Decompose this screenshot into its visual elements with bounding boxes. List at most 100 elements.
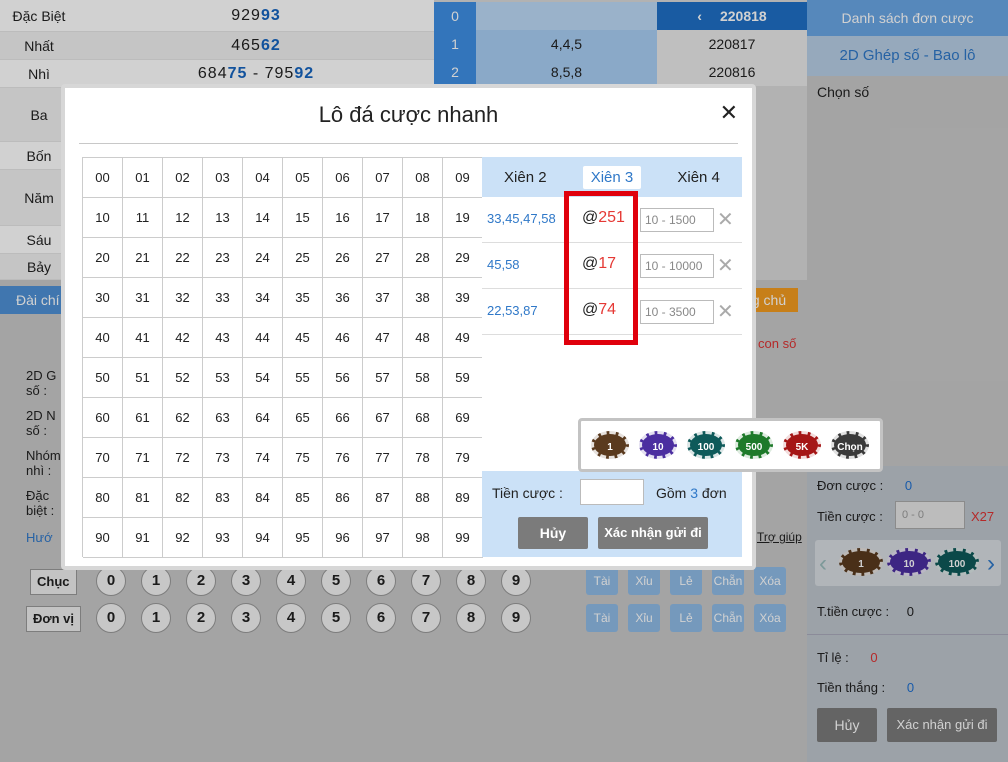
number-cell[interactable]: 06 bbox=[323, 158, 363, 198]
chip-100[interactable]: 100 bbox=[687, 431, 725, 459]
number-cell[interactable]: 83 bbox=[203, 478, 243, 518]
number-cell[interactable]: 20 bbox=[83, 238, 123, 278]
number-cell[interactable]: 50 bbox=[83, 358, 123, 398]
remove-icon[interactable]: ✕ bbox=[717, 299, 734, 324]
number-cell[interactable]: 85 bbox=[283, 478, 323, 518]
number-cell[interactable]: 28 bbox=[403, 238, 443, 278]
number-cell[interactable]: 89 bbox=[443, 478, 483, 518]
number-cell[interactable]: 17 bbox=[363, 198, 403, 238]
number-cell[interactable]: 68 bbox=[403, 398, 443, 438]
number-cell[interactable]: 49 bbox=[443, 318, 483, 358]
number-cell[interactable]: 56 bbox=[323, 358, 363, 398]
number-cell[interactable]: 67 bbox=[363, 398, 403, 438]
number-cell[interactable]: 74 bbox=[243, 438, 283, 478]
number-cell[interactable]: 84 bbox=[243, 478, 283, 518]
number-cell[interactable]: 55 bbox=[283, 358, 323, 398]
chip-10[interactable]: 10 bbox=[639, 431, 677, 459]
number-cell[interactable]: 07 bbox=[363, 158, 403, 198]
tab-xien-2[interactable]: Xiên 2 bbox=[496, 166, 555, 189]
chip-choose[interactable]: Chọn bbox=[831, 431, 869, 459]
number-cell[interactable]: 00 bbox=[83, 158, 123, 198]
number-cell[interactable]: 63 bbox=[203, 398, 243, 438]
number-cell[interactable]: 21 bbox=[123, 238, 163, 278]
number-cell[interactable]: 48 bbox=[403, 318, 443, 358]
number-cell[interactable]: 51 bbox=[123, 358, 163, 398]
tab-xien-4[interactable]: Xiên 4 bbox=[669, 166, 728, 189]
number-cell[interactable]: 18 bbox=[403, 198, 443, 238]
number-cell[interactable]: 05 bbox=[283, 158, 323, 198]
number-cell[interactable]: 10 bbox=[83, 198, 123, 238]
number-cell[interactable]: 39 bbox=[443, 278, 483, 318]
number-cell[interactable]: 79 bbox=[443, 438, 483, 478]
number-cell[interactable]: 02 bbox=[163, 158, 203, 198]
number-cell[interactable]: 44 bbox=[243, 318, 283, 358]
combo-amount-input[interactable]: 10 - 3500 bbox=[640, 300, 714, 324]
number-cell[interactable]: 43 bbox=[203, 318, 243, 358]
number-cell[interactable]: 35 bbox=[283, 278, 323, 318]
number-cell[interactable]: 60 bbox=[83, 398, 123, 438]
number-cell[interactable]: 30 bbox=[83, 278, 123, 318]
chip-1[interactable]: 1 bbox=[591, 431, 629, 459]
number-cell[interactable]: 25 bbox=[283, 238, 323, 278]
number-cell[interactable]: 80 bbox=[83, 478, 123, 518]
chip-5K[interactable]: 5K bbox=[783, 431, 821, 459]
number-cell[interactable]: 70 bbox=[83, 438, 123, 478]
number-cell[interactable]: 66 bbox=[323, 398, 363, 438]
number-cell[interactable]: 76 bbox=[323, 438, 363, 478]
remove-icon[interactable]: ✕ bbox=[717, 207, 734, 232]
number-cell[interactable]: 53 bbox=[203, 358, 243, 398]
number-cell[interactable]: 86 bbox=[323, 478, 363, 518]
number-cell[interactable]: 82 bbox=[163, 478, 203, 518]
number-cell[interactable]: 47 bbox=[363, 318, 403, 358]
number-cell[interactable]: 91 bbox=[123, 518, 163, 558]
combo-amount-input[interactable]: 10 - 10000 bbox=[640, 254, 714, 278]
number-cell[interactable]: 12 bbox=[163, 198, 203, 238]
number-cell[interactable]: 09 bbox=[443, 158, 483, 198]
number-cell[interactable]: 65 bbox=[283, 398, 323, 438]
chip-500[interactable]: 500 bbox=[735, 431, 773, 459]
number-cell[interactable]: 58 bbox=[403, 358, 443, 398]
number-cell[interactable]: 72 bbox=[163, 438, 203, 478]
number-cell[interactable]: 99 bbox=[443, 518, 483, 558]
modal-confirm-button[interactable]: Xác nhận gửi đi bbox=[598, 517, 708, 549]
number-cell[interactable]: 96 bbox=[323, 518, 363, 558]
number-cell[interactable]: 08 bbox=[403, 158, 443, 198]
number-cell[interactable]: 33 bbox=[203, 278, 243, 318]
number-cell[interactable]: 81 bbox=[123, 478, 163, 518]
number-cell[interactable]: 69 bbox=[443, 398, 483, 438]
number-cell[interactable]: 03 bbox=[203, 158, 243, 198]
number-cell[interactable]: 34 bbox=[243, 278, 283, 318]
number-cell[interactable]: 27 bbox=[363, 238, 403, 278]
number-cell[interactable]: 77 bbox=[363, 438, 403, 478]
number-cell[interactable]: 23 bbox=[203, 238, 243, 278]
number-cell[interactable]: 31 bbox=[123, 278, 163, 318]
number-cell[interactable]: 59 bbox=[443, 358, 483, 398]
number-cell[interactable]: 22 bbox=[163, 238, 203, 278]
number-cell[interactable]: 94 bbox=[243, 518, 283, 558]
bet-amount-input[interactable] bbox=[580, 479, 644, 505]
number-cell[interactable]: 26 bbox=[323, 238, 363, 278]
number-cell[interactable]: 87 bbox=[363, 478, 403, 518]
number-cell[interactable]: 40 bbox=[83, 318, 123, 358]
number-cell[interactable]: 92 bbox=[163, 518, 203, 558]
number-cell[interactable]: 46 bbox=[323, 318, 363, 358]
number-cell[interactable]: 88 bbox=[403, 478, 443, 518]
number-cell[interactable]: 13 bbox=[203, 198, 243, 238]
number-cell[interactable]: 37 bbox=[363, 278, 403, 318]
number-cell[interactable]: 78 bbox=[403, 438, 443, 478]
close-icon[interactable]: ✕ bbox=[720, 102, 738, 124]
number-cell[interactable]: 93 bbox=[203, 518, 243, 558]
number-cell[interactable]: 38 bbox=[403, 278, 443, 318]
number-cell[interactable]: 75 bbox=[283, 438, 323, 478]
number-cell[interactable]: 98 bbox=[403, 518, 443, 558]
number-cell[interactable]: 24 bbox=[243, 238, 283, 278]
number-cell[interactable]: 57 bbox=[363, 358, 403, 398]
number-cell[interactable]: 71 bbox=[123, 438, 163, 478]
number-cell[interactable]: 32 bbox=[163, 278, 203, 318]
tab-xien-3[interactable]: Xiên 3 bbox=[582, 165, 642, 189]
number-cell[interactable]: 11 bbox=[123, 198, 163, 238]
number-cell[interactable]: 95 bbox=[283, 518, 323, 558]
number-cell[interactable]: 29 bbox=[443, 238, 483, 278]
number-cell[interactable]: 42 bbox=[163, 318, 203, 358]
number-cell[interactable]: 14 bbox=[243, 198, 283, 238]
